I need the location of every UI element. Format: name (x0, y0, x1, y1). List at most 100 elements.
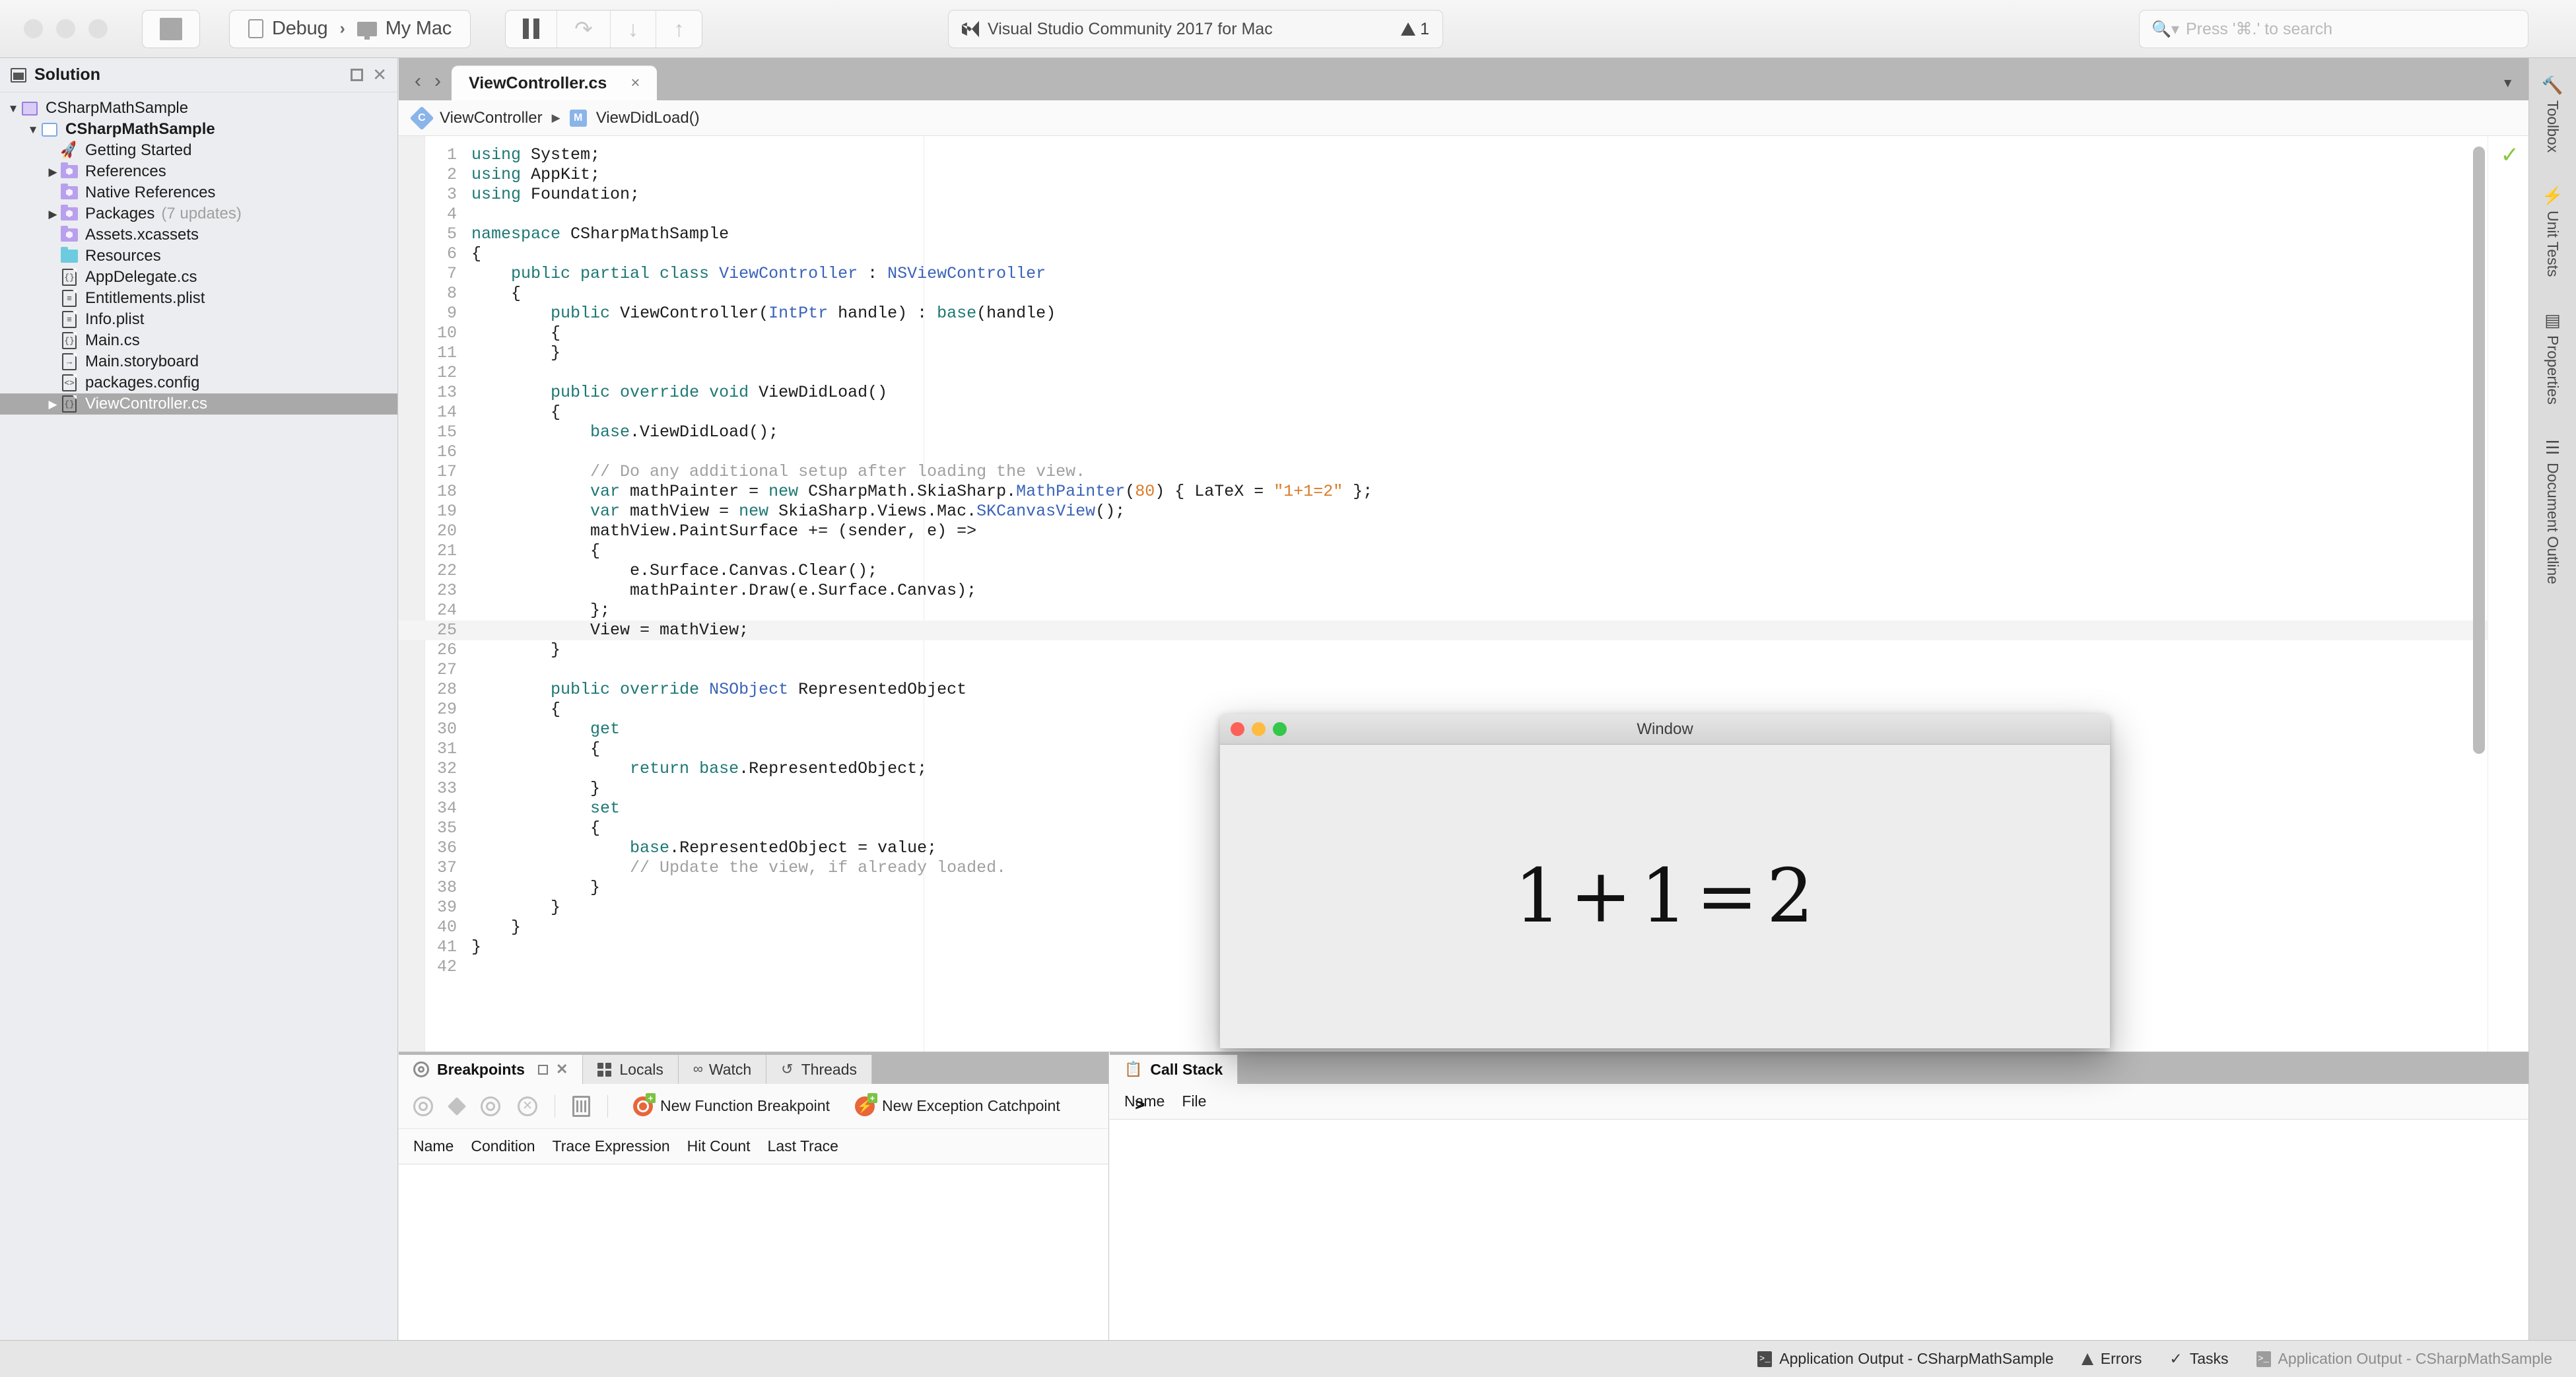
solution-tree-item[interactable]: ▼ CSharpMathSample (0, 119, 397, 140)
code-line-text: } (471, 918, 522, 937)
column-header[interactable]: Hit Count (687, 1137, 768, 1155)
solution-tree-item[interactable]: ▶ References (0, 161, 397, 182)
sidebar-item-properties[interactable]: ▤ Properties (2544, 312, 2561, 405)
line-number: 3 (446, 185, 457, 204)
column-header[interactable]: Trace Expression (553, 1137, 687, 1155)
code-line: 24 }; (399, 601, 2528, 621)
close-window-button[interactable] (24, 19, 43, 38)
new-function-breakpoint-button[interactable]: + New Function Breakpoint (633, 1092, 830, 1116)
solution-tree-item[interactable]: ▶{} AppDelegate.cs (0, 267, 397, 288)
code-line: 18 var mathPainter = new CSharpMath.Skia… (399, 482, 2528, 502)
solution-pad-close-button[interactable]: ✕ (372, 66, 387, 83)
navigate-forward-button[interactable]: › (428, 71, 448, 91)
breakpoints-pad-close-button[interactable]: ✕ (556, 1062, 568, 1077)
column-header[interactable]: Name (413, 1137, 471, 1155)
edit-breakpoint-icon[interactable] (447, 1096, 467, 1116)
tab-viewcontroller-cs[interactable]: ViewController.cs × (452, 66, 658, 100)
solution-tree-item[interactable]: ▶≡ Info.plist (0, 309, 397, 330)
sidebar-item-toolbox[interactable]: 🔨 Toolbox (2542, 77, 2563, 152)
toggle-breakpoint-icon[interactable] (413, 1096, 433, 1116)
solution-tree-item-label: Getting Started (85, 141, 192, 159)
callstack-prompt: > (1135, 1096, 1145, 1116)
column-header[interactable]: Last Trace (768, 1137, 856, 1155)
close-icon[interactable]: × (630, 75, 640, 91)
column-header[interactable]: Name (1124, 1092, 1182, 1110)
step-out-button[interactable]: ↑ (656, 10, 702, 48)
column-header[interactable]: File (1182, 1092, 1223, 1110)
collapsed-twisty-icon: ▶ (46, 293, 59, 304)
status-item-application-output-csharpmathsample[interactable]: >_ Application Output - CSharpMathSample (1757, 1350, 2054, 1368)
expanded-twisty-icon[interactable]: ▼ (7, 103, 20, 114)
solution-tree-item[interactable]: ▶{} Main.cs (0, 330, 397, 351)
solution-tree-item[interactable]: ▶ Assets.xcassets (0, 224, 397, 246)
breadcrumb-class[interactable]: ViewController (440, 109, 543, 127)
solution-tree-item[interactable]: ▶→ Main.storyboard (0, 351, 397, 372)
solution-tree-item[interactable]: ▶{} ViewController.cs (0, 393, 397, 415)
new-exception-catchpoint-label: New Exception Catchpoint (881, 1097, 1060, 1114)
breakpoints-pad-pin-button[interactable] (537, 1064, 548, 1075)
minimize-window-button[interactable] (56, 19, 75, 38)
sidebar-item-unit-tests[interactable]: ⚡ Unit Tests (2542, 187, 2563, 277)
tab-watch[interactable]: ∞ Watch (678, 1055, 767, 1084)
solution-tree-item[interactable]: ▶ Resources (0, 246, 397, 267)
code-line: 13 public override void ViewDidLoad() (399, 383, 2528, 403)
watch-icon: ∞ (693, 1061, 703, 1077)
solution-tree-item-label: ViewController.cs (85, 395, 207, 413)
solution-tree: ▼CSharpMathSample▼CSharpMathSample▶🚀Gett… (0, 92, 397, 415)
expanded-twisty-icon[interactable]: ▼ (26, 124, 40, 135)
solution-icon (20, 101, 40, 116)
line-number: 29 (436, 700, 457, 719)
search-input[interactable]: 🔍▾ Press '⌘.' to search (2139, 10, 2528, 48)
column-header[interactable]: Condition (471, 1137, 552, 1155)
warning-indicator[interactable]: 1 (1401, 20, 1429, 39)
tab-breakpoints[interactable]: Breakpoints ✕ (399, 1055, 584, 1084)
line-number: 38 (436, 878, 457, 897)
solution-tree-item[interactable]: ▼ CSharpMathSample (0, 98, 397, 119)
line-number: 1 (446, 145, 457, 164)
zoom-window-button[interactable] (88, 19, 108, 38)
running-app-window[interactable]: Window 1+1=2 (1220, 714, 2110, 1048)
tab-call-stack[interactable]: 📋 Call Stack (1110, 1055, 1238, 1084)
solution-pad-pin-button[interactable] (351, 69, 364, 81)
collapsed-twisty-icon[interactable]: ▶ (46, 399, 59, 410)
status-item-tasks[interactable]: ✓ Tasks (2169, 1350, 2228, 1368)
stop-button[interactable] (142, 9, 200, 48)
line-number: 15 (436, 422, 457, 442)
collapsed-twisty-icon[interactable]: ▶ (46, 209, 59, 220)
breakpoint-settings-icon[interactable] (572, 1095, 590, 1117)
collapsed-twisty-icon[interactable]: ▶ (46, 166, 59, 178)
solution-tree-item[interactable]: ▶🚀 Getting Started (0, 140, 397, 161)
remove-breakpoint-icon[interactable]: ✕ (518, 1096, 537, 1116)
run-configuration-selector[interactable]: Debug › My Mac (229, 9, 471, 48)
status-item-errors[interactable]: Errors (2081, 1350, 2142, 1368)
chevron-down-icon[interactable]: ▼ (2501, 77, 2514, 91)
step-into-button[interactable]: ↓ (610, 10, 657, 48)
editor-scrollbar[interactable] (2473, 147, 2485, 754)
code-line-text: } (471, 878, 601, 897)
pause-button[interactable] (506, 10, 558, 48)
sidebar-item-document-outline[interactable]: ☰ Document Outline (2544, 439, 2561, 584)
solution-tree-item-label: AppDelegate.cs (85, 268, 197, 286)
status-item-label: Tasks (2189, 1350, 2229, 1367)
solution-tree-item[interactable]: ▶≡ Entitlements.plist (0, 288, 397, 309)
step-over-button[interactable]: ↷ (557, 10, 611, 48)
tab-locals[interactable]: Locals (583, 1055, 679, 1084)
status-item-application-output-csharpmathsample[interactable]: >_ Application Output - CSharpMathSample (2256, 1350, 2552, 1368)
plist-file-icon: ≡ (59, 311, 79, 328)
solution-tree-item[interactable]: ▶<> packages.config (0, 372, 397, 393)
breadcrumb-member[interactable]: ViewDidLoad() (596, 109, 700, 127)
disable-all-breakpoints-icon[interactable] (481, 1096, 500, 1116)
new-exception-catchpoint-button[interactable]: + New Exception Catchpoint (854, 1092, 1060, 1116)
solution-tree-item[interactable]: ▶ Packages (7 updates) (0, 203, 397, 224)
code-line-text: } (471, 343, 561, 362)
navigate-back-button[interactable]: ‹ (408, 71, 428, 91)
breadcrumb: C ViewController ▶ M ViewDidLoad() (399, 100, 2528, 136)
solution-tree-item[interactable]: ▶ Native References (0, 182, 397, 203)
tab-threads[interactable]: ↺ Threads (766, 1055, 872, 1084)
plist-file-icon: ≡ (59, 290, 79, 307)
math-operand-left: 1 (1514, 854, 1564, 939)
status-display[interactable]: Visual Studio Community 2017 for Mac 1 (948, 10, 1443, 48)
line-number: 9 (446, 304, 457, 323)
xml-file-icon: <> (59, 374, 79, 391)
code-line-text: base.ViewDidLoad(); (590, 422, 779, 442)
